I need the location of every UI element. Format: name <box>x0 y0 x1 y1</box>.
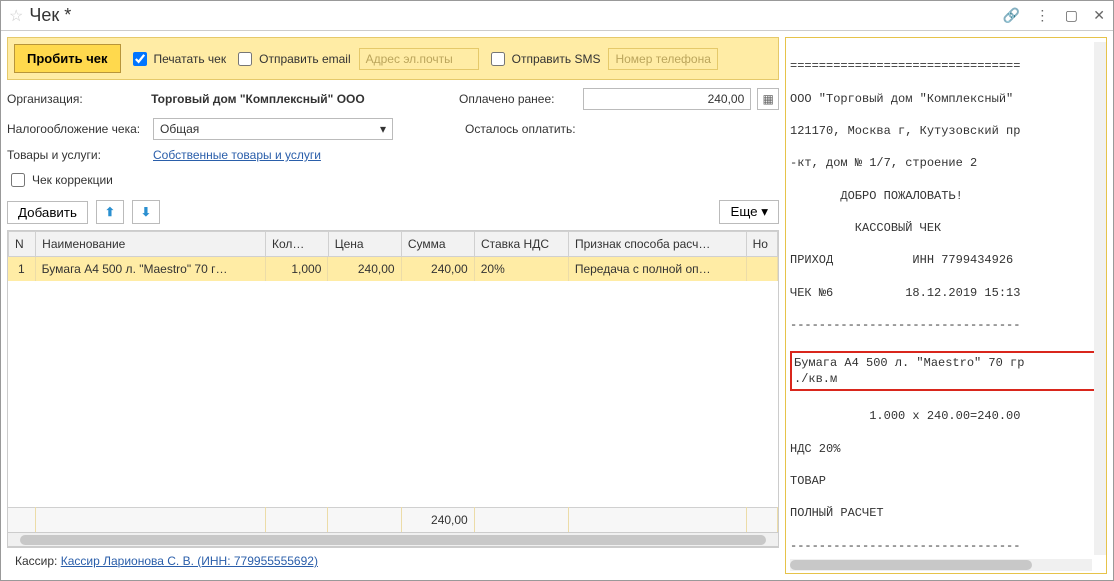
col-nom[interactable]: Но <box>746 232 777 257</box>
cell-sum: 240,00 <box>401 257 474 281</box>
tax-select[interactable]: Общая ▾ <box>153 118 393 140</box>
more-button[interactable]: Еще ▾ <box>719 200 779 224</box>
calculator-icon[interactable]: ▦ <box>757 88 779 110</box>
cell-nom <box>746 257 777 281</box>
move-down-button[interactable]: ⬇ <box>132 200 160 224</box>
cashier-label: Кассир: <box>15 554 57 568</box>
receipt-item-highlight: Бумага А4 500 л. "Maestro" 70 гр./кв.м <box>790 351 1102 391</box>
phone-field[interactable]: Номер телефона <box>608 48 718 70</box>
col-sum[interactable]: Сумма <box>401 232 474 257</box>
receipt-vscroll[interactable] <box>1094 42 1106 555</box>
print-check-checkbox[interactable]: Печатать чек <box>129 49 227 69</box>
titlebar: ☆ Чек * 🔗 ⋮ ▢ ✕ <box>1 1 1113 31</box>
receipt-text: ================================ ООО "То… <box>790 42 1102 574</box>
col-n[interactable]: N <box>9 232 36 257</box>
print-check-input[interactable] <box>133 52 147 66</box>
send-sms-label: Отправить SMS <box>512 52 601 66</box>
submit-receipt-button[interactable]: Пробить чек <box>14 44 121 73</box>
cell-method: Передача с полной оп… <box>568 257 746 281</box>
table-row[interactable]: 1 Бумага А4 500 л. "Maestro" 70 г… 1,000… <box>8 257 778 281</box>
col-name[interactable]: Наименование <box>36 232 266 257</box>
goods-label: Товары и услуги: <box>7 148 147 162</box>
goods-services-link[interactable]: Собственные товары и услуги <box>153 148 321 162</box>
send-sms-checkbox[interactable]: Отправить SMS <box>487 49 601 69</box>
close-icon[interactable]: ✕ <box>1093 7 1105 23</box>
table-toolbar: Добавить ⬆ ⬇ Еще ▾ <box>7 200 779 224</box>
link-icon[interactable]: 🔗 <box>1003 7 1020 23</box>
maximize-icon[interactable]: ▢ <box>1065 7 1078 23</box>
send-sms-input[interactable] <box>491 52 505 66</box>
document-footer: Кассир: Кассир Ларионова С. В. (ИНН: 779… <box>7 547 779 574</box>
app-window: ☆ Чек * 🔗 ⋮ ▢ ✕ Пробить чек Печатать чек… <box>0 0 1114 581</box>
send-email-input[interactable] <box>238 52 252 66</box>
table-footer: 240,00 <box>8 508 778 533</box>
paid-before-label: Оплачено ранее: <box>459 92 577 106</box>
receipt-preview: ================================ ООО "То… <box>785 37 1107 574</box>
row-organization: Организация: Торговый дом "Комплексный" … <box>7 88 779 110</box>
table-body[interactable]: 1 Бумага А4 500 л. "Maestro" 70 г… 1,000… <box>8 257 778 507</box>
col-method[interactable]: Признак способа расч… <box>568 232 746 257</box>
correction-input[interactable] <box>11 173 25 187</box>
main-split: Пробить чек Печатать чек Отправить email… <box>1 31 1113 580</box>
cell-price: 240,00 <box>328 257 401 281</box>
footer-sum: 240,00 <box>401 508 474 533</box>
email-field[interactable]: Адрес эл.почты <box>359 48 479 70</box>
action-toolbar: Пробить чек Печатать чек Отправить email… <box>7 37 779 80</box>
chevron-down-icon: ▾ <box>380 122 386 136</box>
paid-before-input[interactable]: 240,00 <box>583 88 751 110</box>
cashier-link[interactable]: Кассир Ларионова С. В. (ИНН: 77995555569… <box>61 554 318 568</box>
cell-name: Бумага А4 500 л. "Maestro" 70 г… <box>35 257 265 281</box>
window-controls: 🔗 ⋮ ▢ ✕ <box>991 7 1105 24</box>
col-price[interactable]: Цена <box>328 232 401 257</box>
remain-label: Осталось оплатить: <box>465 122 585 136</box>
row-taxation: Налогообложение чека: Общая ▾ Осталось о… <box>7 118 779 140</box>
cell-vat: 20% <box>474 257 568 281</box>
receipt-hscroll[interactable] <box>790 559 1092 571</box>
organization-value: Торговый дом "Комплексный" ООО <box>151 92 427 106</box>
table-hscroll[interactable] <box>8 532 778 546</box>
cell-qty: 1,000 <box>265 257 328 281</box>
send-email-checkbox[interactable]: Отправить email <box>234 49 351 69</box>
row-goods: Товары и услуги: Собственные товары и ус… <box>7 148 779 162</box>
items-table: N Наименование Кол… Цена Сумма Ставка НД… <box>7 230 779 547</box>
favorite-star-icon[interactable]: ☆ <box>9 6 23 26</box>
correction-checkbox[interactable]: Чек коррекции <box>7 170 113 190</box>
move-up-button[interactable]: ⬆ <box>96 200 124 224</box>
send-email-label: Отправить email <box>259 52 351 66</box>
col-qty[interactable]: Кол… <box>266 232 329 257</box>
col-vat[interactable]: Ставка НДС <box>474 232 568 257</box>
print-check-label: Печатать чек <box>154 52 227 66</box>
add-button[interactable]: Добавить <box>7 201 88 224</box>
correction-label: Чек коррекции <box>32 173 113 187</box>
row-correction: Чек коррекции <box>7 170 779 190</box>
window-title: Чек * <box>29 5 990 26</box>
left-pane: Пробить чек Печатать чек Отправить email… <box>1 31 785 580</box>
cell-n: 1 <box>8 257 35 281</box>
table-header: N Наименование Кол… Цена Сумма Ставка НД… <box>9 232 778 257</box>
organization-label: Организация: <box>7 92 145 106</box>
tax-label: Налогообложение чека: <box>7 122 147 136</box>
more-vertical-icon[interactable]: ⋮ <box>1035 7 1049 23</box>
tax-value: Общая <box>160 122 199 136</box>
